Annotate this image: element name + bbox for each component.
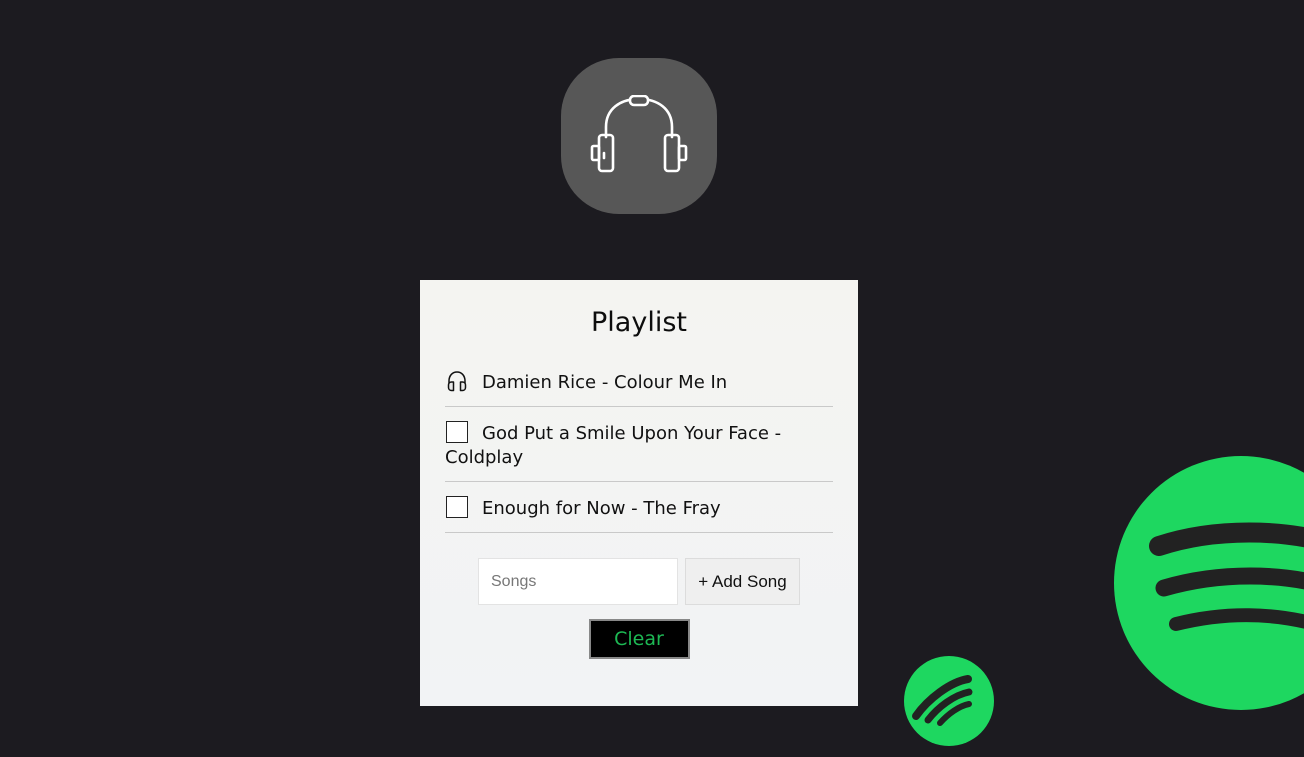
add-song-button[interactable]: + Add Song (685, 558, 800, 605)
spotify-logo-icon (1114, 456, 1304, 710)
song-item: Damien Rice - Colour Me In (445, 358, 833, 407)
headphones-icon (446, 370, 468, 392)
playlist-title: Playlist (591, 307, 687, 338)
add-song-form: + Add Song (445, 558, 833, 605)
song-item: Enough for Now - The Fray (445, 482, 833, 533)
song-item: God Put a Smile Upon Your Face - Coldpla… (445, 407, 833, 482)
song-label: Enough for Now - The Fray (482, 498, 721, 519)
song-label: Damien Rice - Colour Me In (482, 372, 728, 393)
clear-button[interactable]: Clear (588, 619, 690, 659)
song-checkbox[interactable] (446, 496, 468, 518)
app-headphones-icon (561, 58, 717, 214)
page: Playlist Damien Rice - Colour Me In God … (0, 0, 1304, 757)
song-label: God Put a Smile Upon Your Face - Coldpla… (445, 423, 782, 468)
song-input[interactable] (478, 558, 678, 605)
song-list: Damien Rice - Colour Me In God Put a Smi… (445, 358, 833, 533)
song-checkbox[interactable] (446, 421, 468, 443)
playlist-card: Playlist Damien Rice - Colour Me In God … (420, 280, 858, 706)
spotify-logo-icon (904, 656, 994, 746)
clear-row: Clear (445, 619, 833, 659)
